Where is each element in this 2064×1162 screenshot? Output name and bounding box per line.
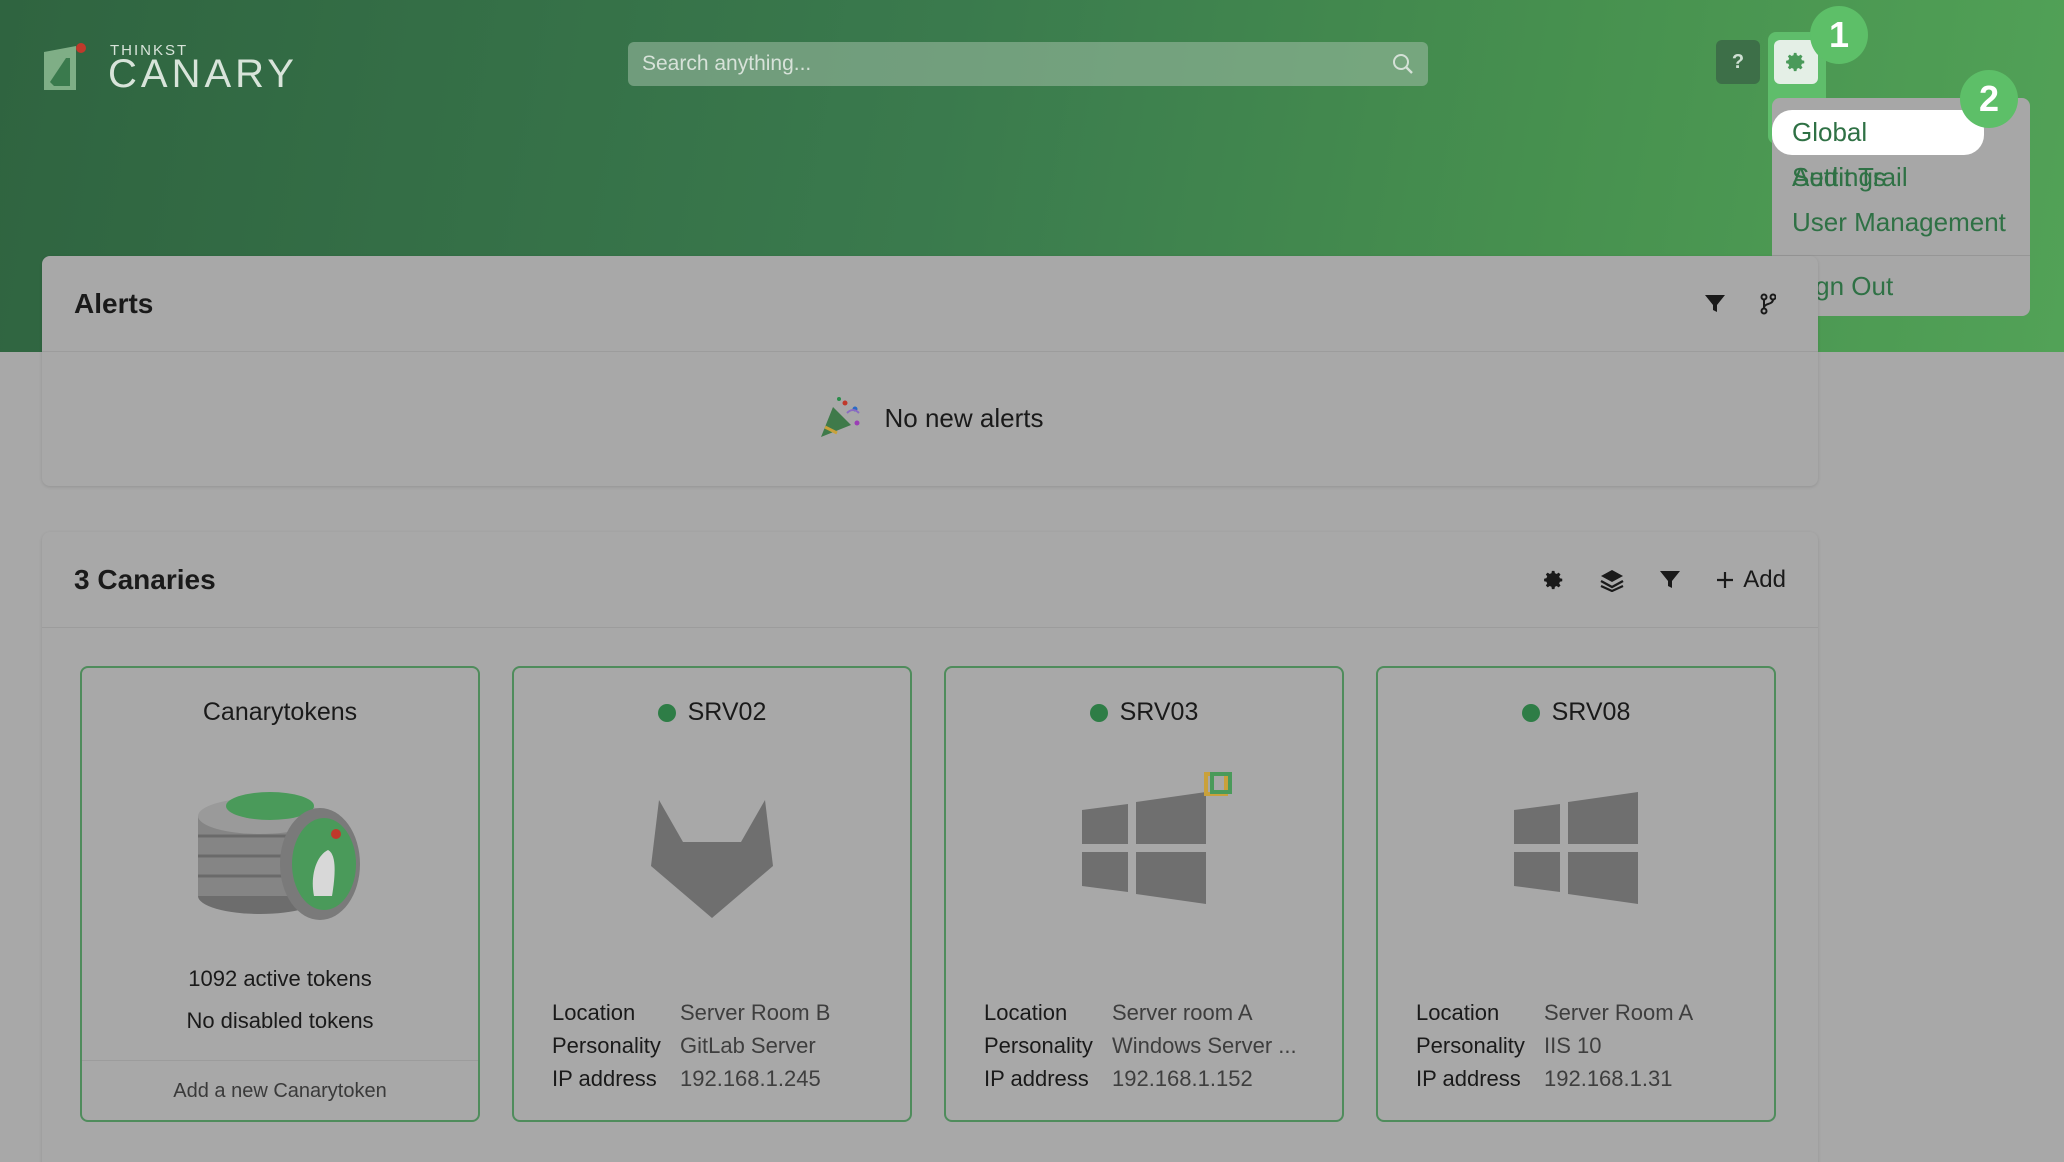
device-card-srv08[interactable]: SRV08 Location Server Room A Personality I… [1376, 666, 1776, 1122]
ip-value: 192.168.1.245 [680, 1066, 821, 1091]
menu-item-audit-trail[interactable]: Audit Trail [1772, 155, 2030, 200]
ip-value: 192.168.1.31 [1544, 1066, 1673, 1091]
add-canarytoken-link[interactable]: Add a new Canarytoken [82, 1060, 478, 1120]
status-online-dot [657, 703, 676, 722]
device-card-srv02[interactable]: SRV02 Location Server Room B Personality G… [512, 666, 912, 1122]
no-alerts-message: No new alerts [42, 352, 1818, 484]
canarytokens-card[interactable]: Canarytokens 1092 active tokens No disab… [80, 666, 480, 1122]
gitlab-icon [651, 800, 773, 918]
add-canary-button[interactable]: Add [1715, 566, 1786, 594]
card-title: Canarytokens [202, 698, 358, 726]
vmware-badge-icon [1204, 772, 1232, 796]
device-name: SRV08 [1551, 698, 1631, 726]
logo-small-text: THINKST [110, 42, 189, 59]
menu-item-global-settings[interactable]: Global Settings [1772, 110, 1984, 192]
layers-icon[interactable] [1599, 568, 1625, 592]
canaries-title: 3 Canaries [74, 563, 216, 595]
canaries-panel: 3 Canaries Add Canarytokens 1092 active … [42, 532, 1818, 1162]
location-label: Location [552, 1000, 636, 1025]
party-popper-icon [820, 397, 860, 437]
windows-icon [1082, 772, 1232, 904]
settings-button[interactable] [1774, 40, 1818, 84]
location-label: Location [984, 1000, 1068, 1025]
device-details: Location Server Room B Personality GitLab … [552, 996, 830, 1095]
search-bar[interactable] [628, 42, 1428, 86]
disabled-tokens-count: No disabled tokens [186, 1008, 374, 1033]
windows-icon [1514, 792, 1638, 904]
add-label: Add [1743, 565, 1786, 593]
device-name: SRV02 [687, 698, 767, 726]
search-input[interactable] [642, 52, 1392, 76]
canary-cards: Canarytokens 1092 active tokens No disab… [42, 628, 1818, 1122]
filter-icon[interactable] [1704, 294, 1726, 314]
branch-icon[interactable] [1760, 293, 1776, 315]
token-coins-icon [198, 792, 360, 920]
personality-label: Personality [552, 1033, 661, 1058]
alerts-title: Alerts [74, 287, 154, 319]
canary-logo[interactable]: THINKST CANARY [40, 38, 298, 97]
status-online-dot [1089, 703, 1108, 722]
location-value: Server Room A [1544, 1000, 1694, 1025]
personality-value: IIS 10 [1544, 1033, 1602, 1058]
gear-icon[interactable] [1543, 569, 1565, 591]
search-icon[interactable] [1392, 53, 1414, 75]
ip-value: 192.168.1.152 [1112, 1066, 1253, 1091]
menu-item-user-management[interactable]: User Management [1772, 200, 2030, 245]
personality-value: Windows Server ... [1112, 1033, 1297, 1058]
ip-label: IP address [1416, 1066, 1521, 1091]
canary-logo-icon [40, 42, 90, 94]
location-value: Server room A [1112, 1000, 1253, 1025]
no-alerts-text: No new alerts [884, 402, 1044, 433]
device-details: Location Server room A Personality Windows… [984, 996, 1297, 1095]
ip-label: IP address [984, 1066, 1089, 1091]
step-badge-1: 1 [1810, 6, 1868, 64]
device-name: SRV03 [1119, 698, 1199, 726]
plus-icon [1717, 571, 1734, 588]
step-badge-2: 2 [1960, 70, 2018, 128]
device-details: Location Server Room A Personality IIS 10 … [1416, 996, 1693, 1095]
status-online-dot [1521, 703, 1540, 722]
device-card-srv03[interactable]: SRV03 Location Server room A Personality W… [944, 666, 1344, 1122]
gear-icon [1786, 52, 1805, 72]
location-value: Server Room B [680, 1000, 831, 1025]
active-tokens-count: 1092 active tokens [188, 966, 372, 991]
personality-value: GitLab Server [680, 1033, 816, 1058]
filter-icon[interactable] [1659, 570, 1681, 590]
personality-label: Personality [984, 1033, 1093, 1058]
help-button[interactable]: ? [1716, 40, 1760, 84]
personality-label: Personality [1416, 1033, 1525, 1058]
location-label: Location [1416, 1000, 1500, 1025]
alerts-panel: Alerts No new alerts [42, 256, 1818, 486]
ip-label: IP address [552, 1066, 657, 1091]
